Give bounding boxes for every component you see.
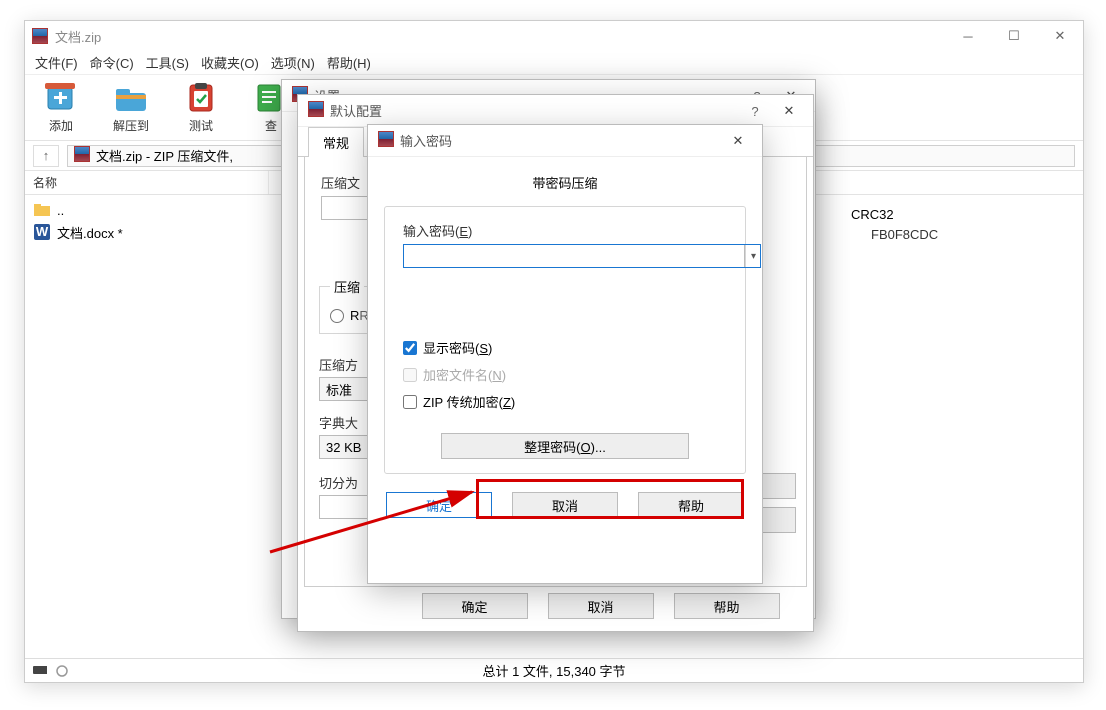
- password-input[interactable]: ▾: [403, 244, 761, 268]
- dlg2-ok-button[interactable]: 确定: [422, 593, 528, 619]
- tool-add[interactable]: 添加: [35, 81, 87, 134]
- dlg2-help-icon[interactable]: ?: [743, 99, 767, 123]
- menu-command[interactable]: 命令(C): [90, 53, 134, 72]
- dlg3-title: 输入密码: [400, 131, 452, 150]
- minimize-button[interactable]: ─: [945, 21, 991, 51]
- file-name: 文档.docx *: [57, 223, 123, 242]
- svg-text:W: W: [36, 224, 49, 239]
- winrar-icon: [74, 146, 90, 165]
- extract-label: 解压到: [113, 117, 149, 134]
- status-icon-1: [33, 664, 47, 678]
- close-button[interactable]: ✕: [1037, 21, 1083, 51]
- dlg2-cancel-button[interactable]: 取消: [548, 593, 654, 619]
- dlg3-close-button[interactable]: ✕: [720, 129, 756, 153]
- crc-value: FB0F8CDC: [871, 227, 938, 242]
- path-text: 文档.zip - ZIP 压缩文件,: [96, 146, 233, 165]
- dlg2-help-button[interactable]: 帮助: [674, 593, 780, 619]
- menu-tools[interactable]: 工具(S): [146, 53, 189, 72]
- col-name[interactable]: 名称: [25, 171, 269, 194]
- chevron-down-icon[interactable]: ▾: [744, 245, 756, 267]
- winrar-icon: [31, 27, 49, 45]
- tool-extract[interactable]: 解压到: [105, 81, 157, 134]
- menu-options[interactable]: 选项(N): [271, 53, 315, 72]
- add-label: 添加: [49, 117, 73, 134]
- tool-test[interactable]: 测试: [175, 81, 227, 134]
- dlg3-help-button[interactable]: 帮助: [638, 492, 744, 518]
- dlg2-button-row: 确定 取消 帮助: [298, 593, 813, 619]
- window-title: 文档.zip: [55, 27, 101, 46]
- show-password-checkbox[interactable]: 显示密码(S): [403, 338, 727, 357]
- test-label: 测试: [189, 117, 213, 134]
- zip-legacy-checkbox[interactable]: ZIP 传统加密(Z): [403, 392, 727, 411]
- up-button[interactable]: ↑: [33, 145, 59, 167]
- pwd-label: 输入密码(E): [403, 221, 727, 240]
- dlg3-heading: 带密码压缩: [384, 173, 746, 192]
- view-label: 查: [265, 117, 277, 134]
- menubar: 文件(F) 命令(C) 工具(S) 收藏夹(O) 选项(N) 帮助(H): [25, 51, 1083, 75]
- tab-general[interactable]: 常规: [308, 127, 364, 157]
- menu-help[interactable]: 帮助(H): [327, 53, 371, 72]
- maximize-button[interactable]: ☐: [991, 21, 1037, 51]
- compress-group-label: 压缩: [330, 277, 364, 296]
- menu-file[interactable]: 文件(F): [35, 53, 78, 72]
- dlg2-close-button[interactable]: ✕: [771, 99, 807, 123]
- test-icon: [182, 81, 220, 115]
- status-icon-2: [55, 664, 69, 678]
- dlg3-button-row: 确定 取消 帮助: [384, 492, 746, 518]
- status-text: 总计 1 文件, 15,340 字节: [482, 661, 625, 680]
- manage-passwords-button[interactable]: 整理密码(O)...: [441, 433, 689, 459]
- dlg3-ok-button[interactable]: 确定: [386, 492, 492, 518]
- dlg2-title: 默认配置: [330, 101, 382, 120]
- menu-favorites[interactable]: 收藏夹(O): [201, 53, 259, 72]
- folder-icon: [33, 203, 51, 217]
- enter-password-dialog: 输入密码 ✕ 带密码压缩 输入密码(E) ▾ 显示密码(S) 加密文件名(N) …: [367, 124, 763, 584]
- winrar-icon: [308, 101, 324, 120]
- statusbar: 总计 1 文件, 15,340 字节: [25, 658, 1083, 682]
- winrar-icon: [378, 131, 394, 150]
- word-icon: W: [33, 224, 51, 240]
- password-group: 输入密码(E) ▾ 显示密码(S) 加密文件名(N) ZIP 传统加密(Z) 整…: [384, 206, 746, 474]
- dlg3-cancel-button[interactable]: 取消: [512, 492, 618, 518]
- encrypt-names-checkbox: 加密文件名(N): [403, 365, 727, 384]
- titlebar: 文档.zip ─ ☐ ✕: [25, 21, 1083, 51]
- up-label: ..: [57, 203, 64, 218]
- add-icon: [42, 81, 80, 115]
- extract-icon: [112, 81, 150, 115]
